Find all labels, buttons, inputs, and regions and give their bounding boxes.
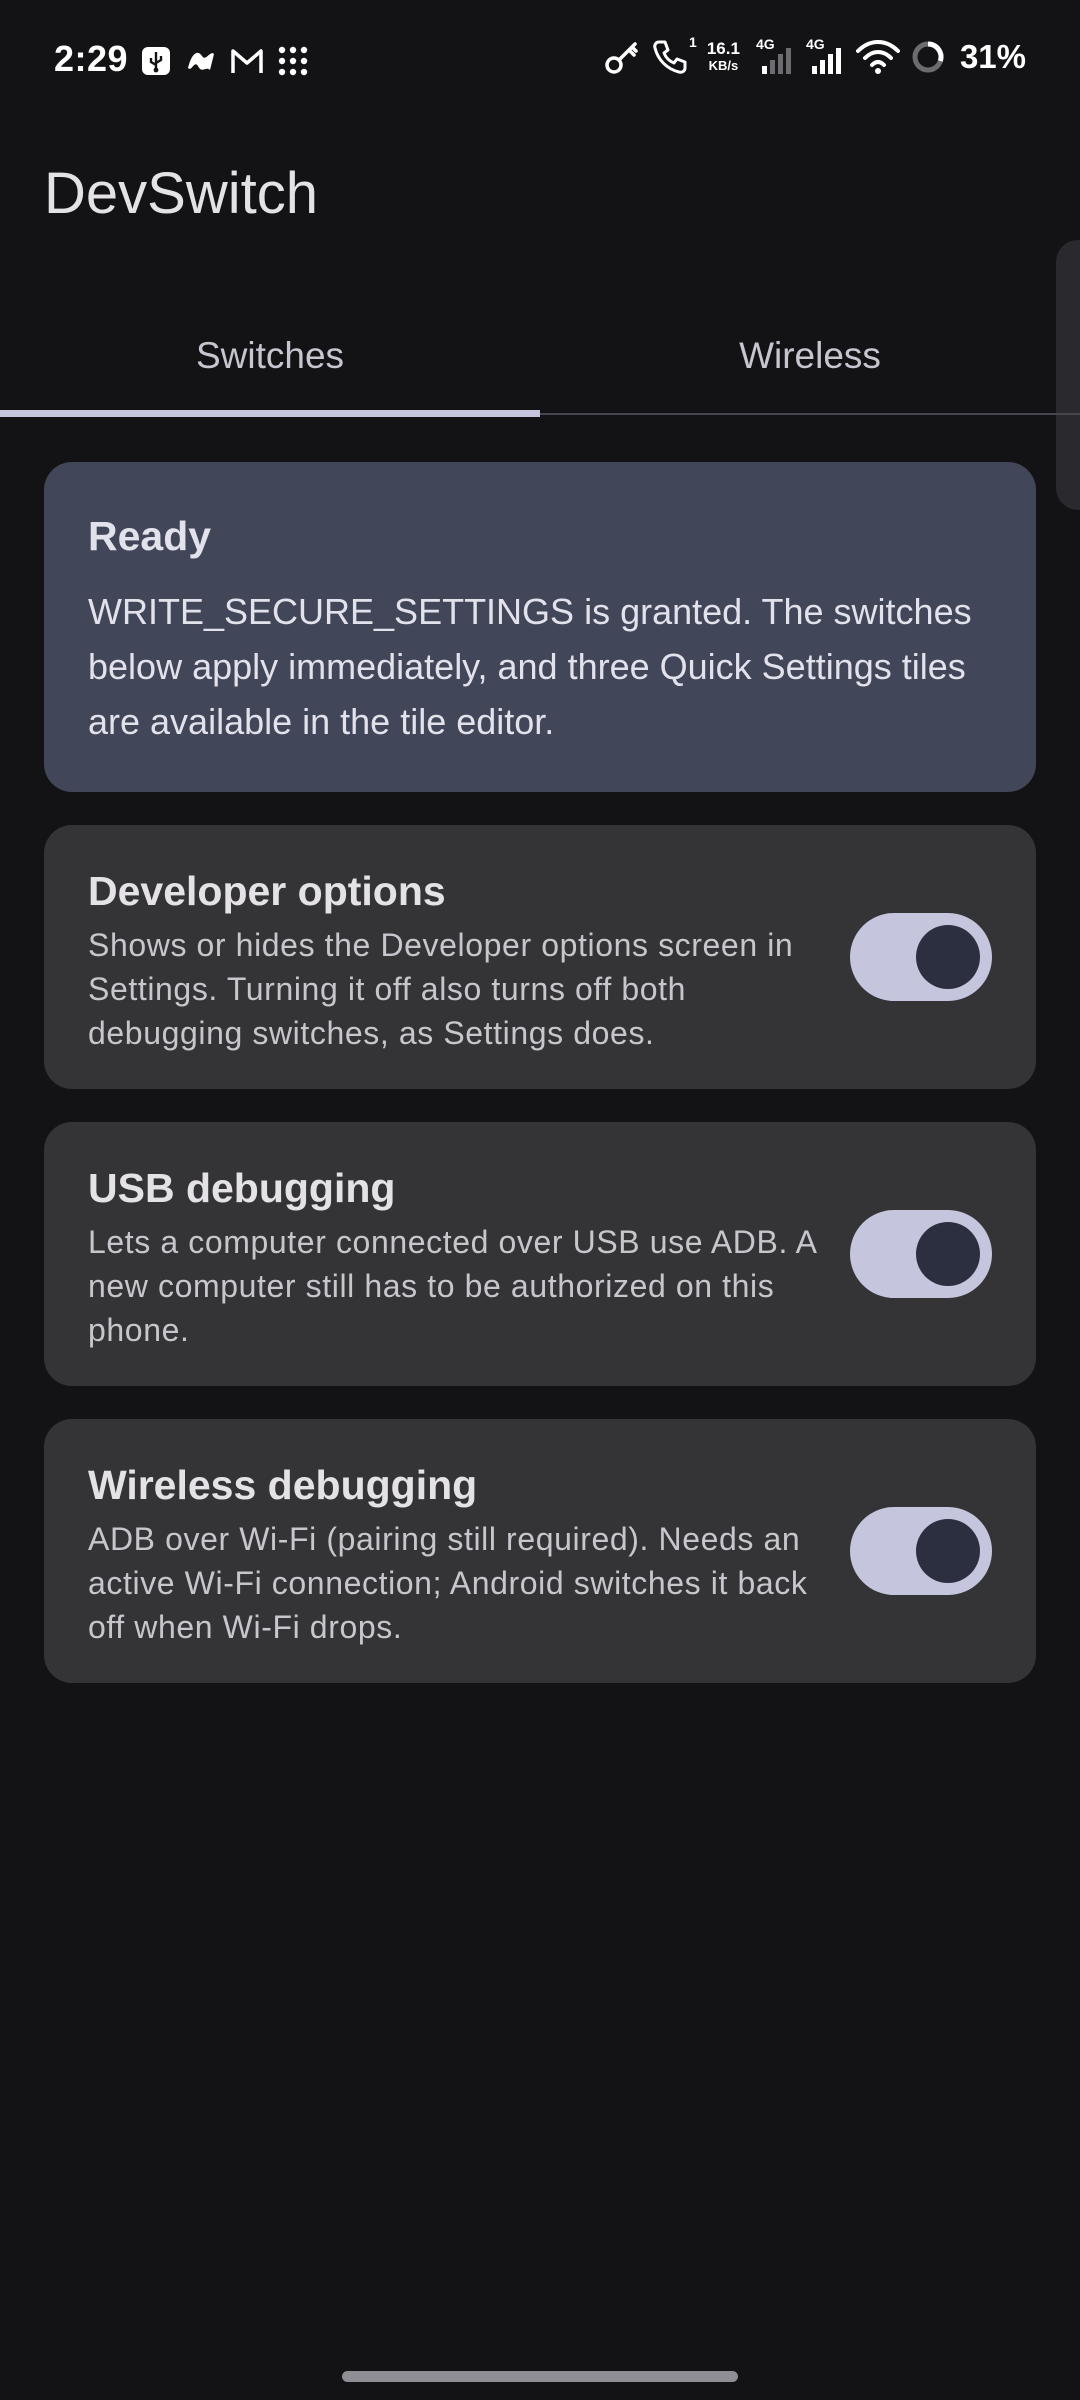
usb-debugging-text: USB debugging Lets a computer connected … [88,1164,818,1352]
developer-options-description: Shows or hides the Developer options scr… [88,927,794,1051]
tab-indicator [0,410,540,417]
developer-options-card[interactable]: Developer options Shows or hides the Dev… [44,825,1036,1089]
wireless-debugging-card[interactable]: Wireless debugging ADB over Wi-Fi (pairi… [44,1419,1036,1683]
usb-debugging-toggle[interactable] [850,1210,992,1298]
status-time: 2:29 [54,38,129,79]
network-speed: 16.1 KB/s [707,40,740,74]
tab-switches[interactable]: Switches [0,300,540,412]
developer-options-toggle[interactable] [850,913,992,1001]
toggle-thumb [916,925,980,989]
system-icons: 1 16.1 KB/s 4G 4G 31% [603,34,1026,76]
gesture-navigation-bar[interactable] [342,2371,738,2382]
status-bar: 2:29 1 16.1 KB/s 4G 4G 31% [0,0,1080,122]
wifi-calling-icon: 1 [651,34,697,76]
developer-options-title: Developer options [88,868,446,914]
wireless-debugging-toggle[interactable] [850,1507,992,1595]
usb-debugging-card[interactable]: USB debugging Lets a computer connected … [44,1122,1036,1386]
network-speed-unit: KB/s [708,58,739,73]
sim2-signal-icon: 4G [805,36,846,76]
call-sim-tag: 1 [689,34,697,50]
wireless-debugging-title: Wireless debugging [88,1462,478,1508]
vpn-key-icon [603,38,641,76]
tab-switches-label: Switches [195,335,345,376]
usb-debugging-title: USB debugging [88,1165,396,1211]
sim2-network-tag: 4G [805,36,825,52]
usb-debug-icon [140,45,172,77]
sim1-signal-icon: 4G [755,36,796,76]
sim1-network-tag: 4G [755,36,775,52]
app-title: DevSwitch [44,161,318,226]
toggle-thumb [916,1222,980,1286]
battery-ring-icon [910,39,946,75]
developer-options-text: Developer options Shows or hides the Dev… [88,867,818,1055]
tab-wireless[interactable]: Wireless [540,300,1080,412]
wireless-debugging-description: ADB over Wi-Fi (pairing still required).… [88,1521,808,1645]
tab-bar: Switches Wireless [0,300,1080,417]
battery-percent: 31% [959,38,1026,75]
toggle-thumb [916,1519,980,1583]
wifi-icon [855,39,900,75]
app-notification-icon [184,46,218,76]
notification-icons [140,44,310,78]
apps-grid-icon [276,44,310,78]
usb-debugging-description: Lets a computer connected over USB use A… [88,1224,816,1348]
gmail-icon [230,47,264,75]
status-card-body: WRITE_SECURE_SETTINGS is granted. The sw… [88,591,972,742]
wireless-debugging-text: Wireless debugging ADB over Wi-Fi (pairi… [88,1461,818,1649]
status-card: Ready WRITE_SECURE_SETTINGS is granted. … [44,462,1036,792]
network-speed-value: 16.1 [706,39,740,58]
status-card-title: Ready [88,513,212,559]
tab-wireless-label: Wireless [739,335,881,376]
